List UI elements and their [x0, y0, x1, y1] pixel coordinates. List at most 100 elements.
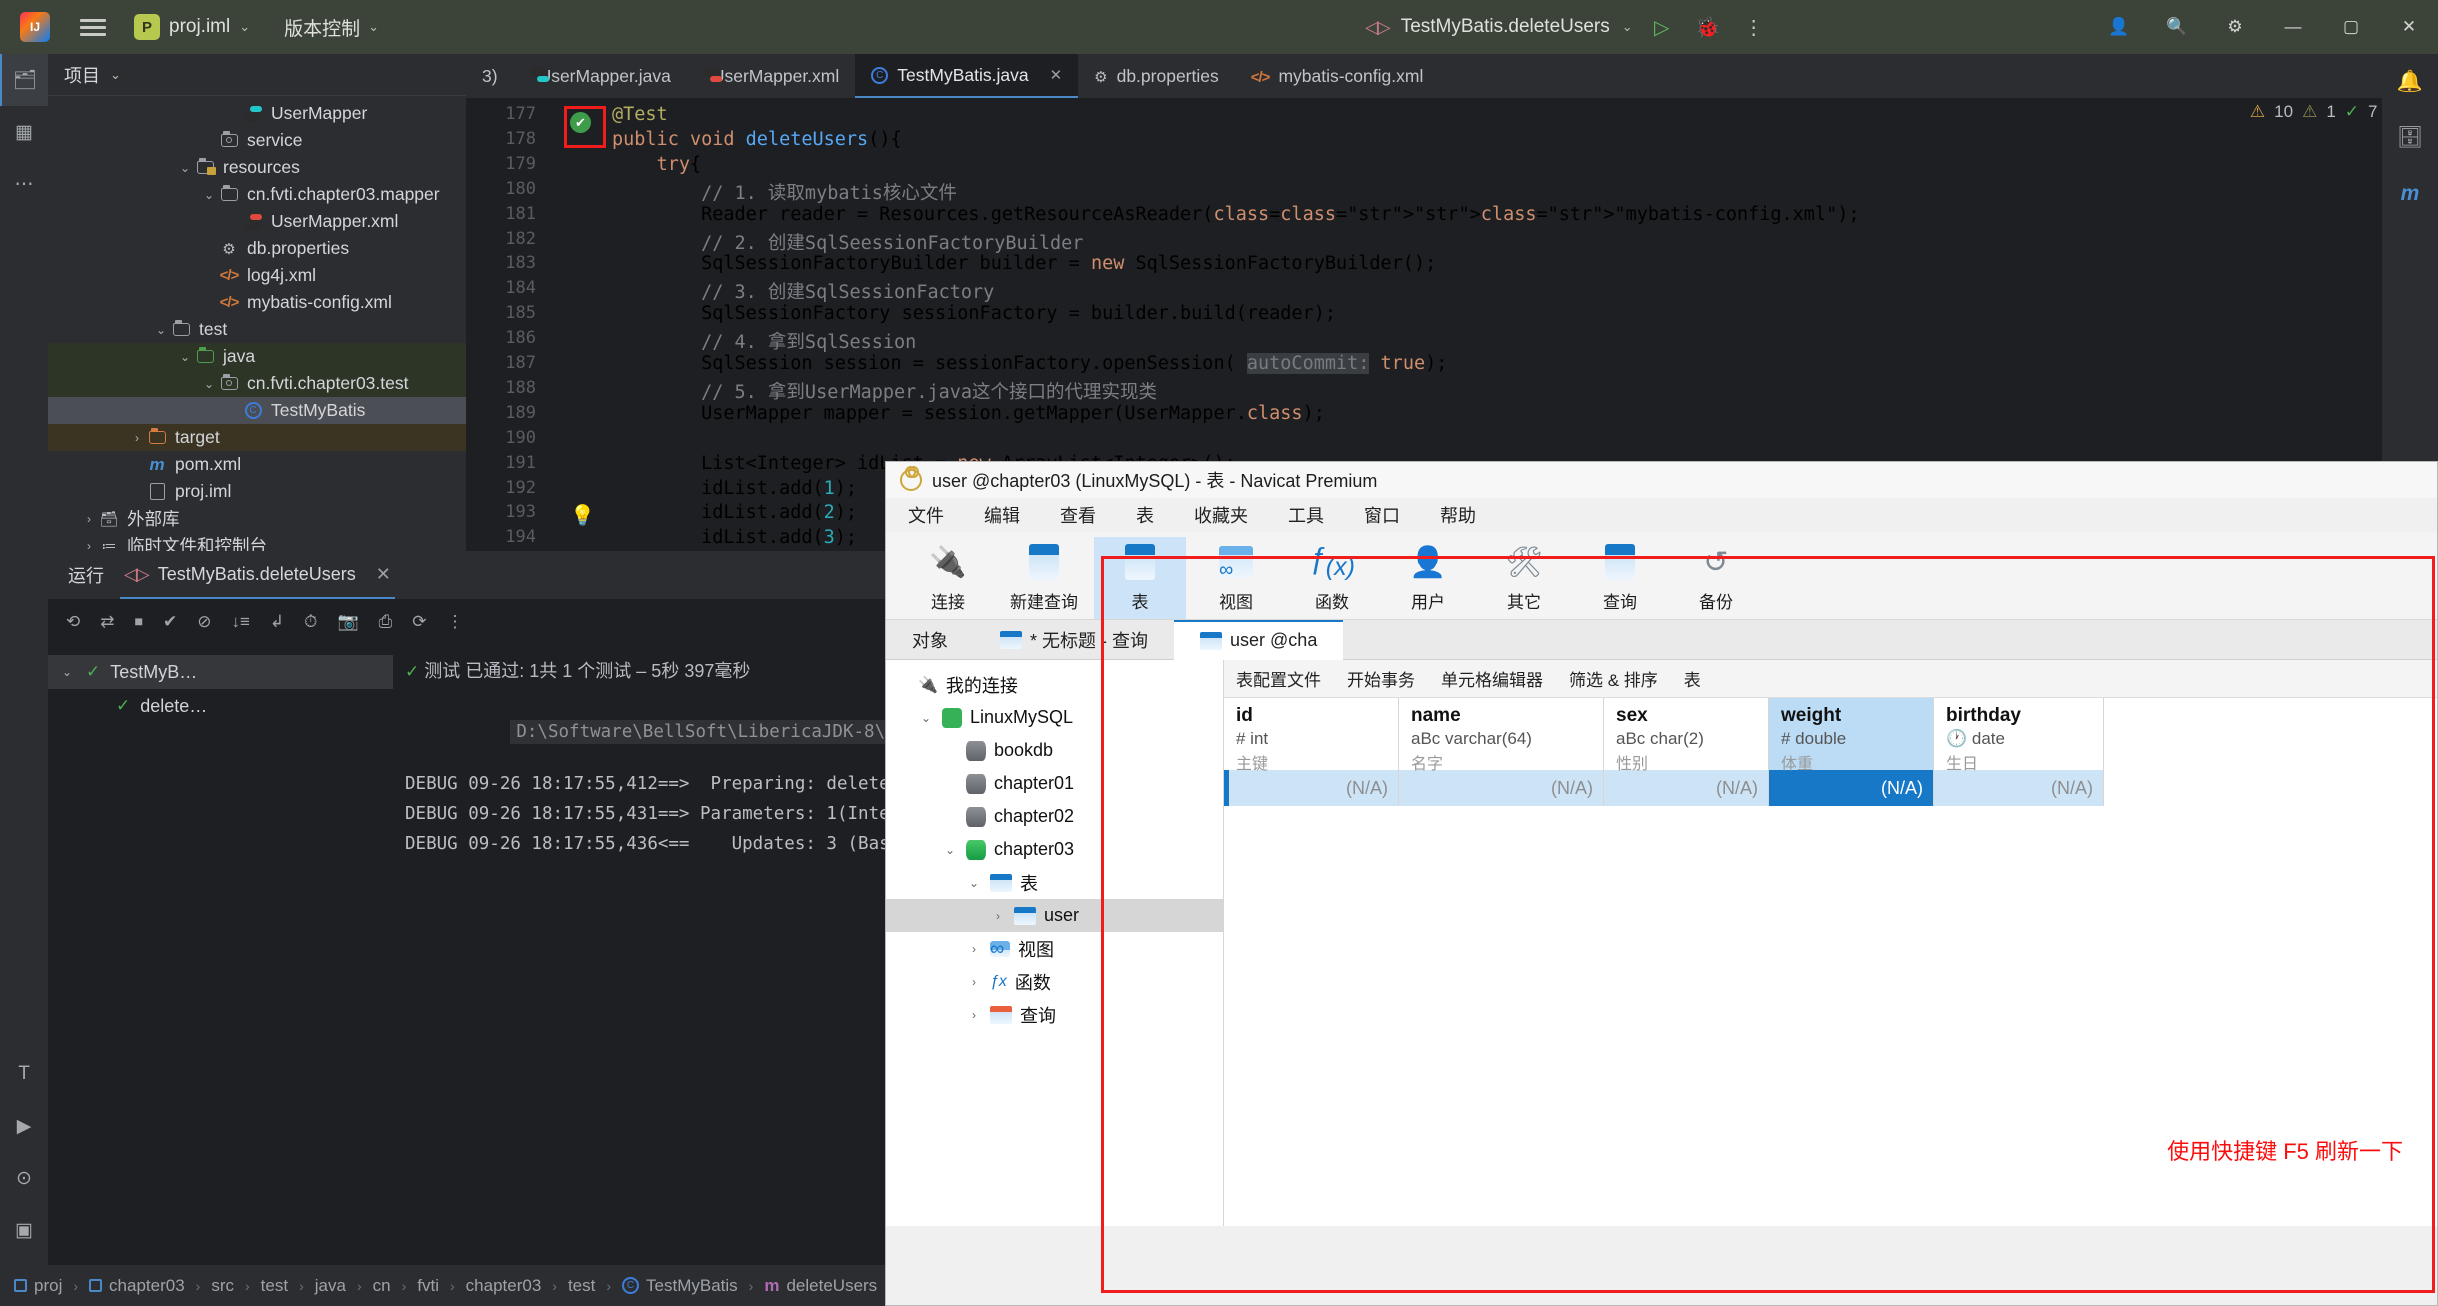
rail-debug-icon[interactable]: ⊙ — [0, 1152, 48, 1204]
project-tree-item[interactable]: ⌄ test — [48, 316, 466, 343]
run-toolbar-icon[interactable]: ⏹ — [135, 612, 144, 632]
breadcrumb-item[interactable]: test — [261, 1276, 288, 1296]
editor-tab[interactable]: C TestMyBatis.java ✕ — [855, 54, 1079, 98]
breadcrumb-item[interactable]: test — [568, 1276, 595, 1296]
navicat-menu-item[interactable]: 帮助 — [1440, 502, 1476, 528]
navicat-menu-item[interactable]: 编辑 — [984, 502, 1020, 528]
project-tree-item[interactable]: ⌄ resources — [48, 154, 466, 181]
run-toolbar-icon[interactable]: ⋮ — [446, 612, 463, 632]
project-tree-item[interactable]: ⌄ java — [48, 343, 466, 370]
settings-gear-icon[interactable]: ⚙ — [2206, 0, 2264, 54]
tree-expand-arrow-icon[interactable]: › — [966, 975, 982, 989]
notifications-bell-icon[interactable]: 🔔 — [2382, 54, 2438, 110]
project-tree-item[interactable]: proj.iml — [48, 478, 466, 505]
rail-todo-icon[interactable]: T — [0, 1048, 48, 1100]
breadcrumb-item[interactable]: chapter03 — [466, 1276, 542, 1296]
navicat-toolbar-newquery-button[interactable]: 新建查询 — [998, 537, 1090, 619]
breadcrumb-item[interactable]: cn — [373, 1276, 391, 1296]
project-tree-item[interactable]: ⌄ cn.fvti.chapter03.test — [48, 370, 466, 397]
project-tree-item[interactable]: › target — [48, 424, 466, 451]
rail-more-icon[interactable]: ⋯ — [0, 158, 48, 210]
tree-expand-arrow-icon[interactable]: ⌄ — [966, 876, 982, 890]
project-tree-item[interactable]: UserMapper.xml — [48, 208, 466, 235]
navicat-menu-item[interactable]: 表 — [1136, 502, 1154, 528]
run-tab[interactable]: ◁▷ TestMyBatis.deleteUsers ✕ — [120, 551, 395, 599]
breadcrumb-item[interactable]: C TestMyBatis — [622, 1276, 738, 1296]
close-icon[interactable]: ✕ — [376, 564, 391, 585]
project-tree-item[interactable]: › 🗃 外部库 — [48, 505, 466, 532]
rail-run-icon[interactable]: ▶ — [0, 1100, 48, 1152]
breadcrumb-item[interactable]: java — [315, 1276, 346, 1296]
tree-expand-arrow-icon[interactable]: ⌄ — [200, 188, 218, 202]
test-tree-item[interactable]: ⌄ ✓ TestMyB… — [48, 655, 393, 689]
editor-tab[interactable]: ⚙ db.properties — [1078, 54, 1235, 98]
run-toolbar-icon[interactable]: 📷 — [337, 612, 358, 632]
navicat-menu-item[interactable]: 窗口 — [1364, 502, 1400, 528]
run-toolbar-icon[interactable]: ⊘ — [197, 612, 211, 632]
debug-button[interactable]: 🐞 — [1691, 10, 1725, 44]
run-button[interactable]: ▷ — [1645, 10, 1679, 44]
navicat-subtab[interactable]: 对象 — [886, 620, 974, 660]
tab-close-icon[interactable]: ✕ — [1050, 66, 1063, 84]
intention-bulb-icon[interactable]: 💡 — [570, 503, 595, 528]
breadcrumb-item[interactable]: chapter03 — [89, 1276, 185, 1296]
project-tree-item[interactable]: </> mybatis-config.xml — [48, 289, 466, 316]
tree-expand-arrow-icon[interactable]: ⌄ — [918, 711, 934, 725]
tree-expand-arrow-icon[interactable]: › — [966, 1008, 982, 1022]
rail-structure-icon[interactable]: ▦ — [0, 106, 48, 158]
breadcrumb-item[interactable]: m deleteUsers — [764, 1276, 877, 1296]
project-tree-item[interactable]: service — [48, 127, 466, 154]
run-config-name[interactable]: TestMyBatis.deleteUsers — [1401, 16, 1610, 38]
navicat-menu-item[interactable]: 工具 — [1288, 502, 1324, 528]
tree-expand-arrow-icon[interactable]: › — [128, 431, 146, 445]
breadcrumb-item[interactable]: proj — [14, 1276, 62, 1296]
editor-tab[interactable]: UserMapper.xml — [687, 54, 855, 98]
database-icon[interactable]: 🗄 — [2382, 110, 2438, 166]
maven-icon[interactable]: m — [2382, 166, 2438, 222]
navicat-menu-item[interactable]: 文件 — [908, 502, 944, 528]
close-button[interactable]: ✕ — [2380, 0, 2438, 54]
vcs-widget[interactable]: 版本控制 ⌄ — [284, 14, 379, 41]
tree-expand-arrow-icon[interactable]: › — [990, 909, 1006, 923]
more-run-options-button[interactable]: ⋮ — [1737, 10, 1771, 44]
project-tree-item[interactable]: </> log4j.xml — [48, 262, 466, 289]
editor-tab[interactable]: </> mybatis-config.xml — [1235, 54, 1440, 98]
search-icon[interactable]: 🔍 — [2148, 0, 2206, 54]
tree-expand-arrow-icon[interactable]: ⌄ — [942, 843, 958, 857]
editor-tab[interactable]: 3) — [466, 54, 514, 98]
run-toolbar-icon[interactable]: ↓≡ — [232, 612, 250, 632]
navicat-menu-item[interactable]: 查看 — [1060, 502, 1096, 528]
run-toolbar-icon[interactable]: ⏱ — [304, 612, 317, 632]
navicat-toolbar-plug-button[interactable]: 🔌 连接 — [902, 537, 994, 619]
tree-expand-arrow-icon[interactable]: › — [966, 942, 982, 956]
breadcrumb-item[interactable]: src — [211, 1276, 234, 1296]
project-tree-item[interactable]: m pom.xml — [48, 451, 466, 478]
run-toolbar-icon[interactable]: ↲ — [270, 612, 284, 632]
account-icon[interactable]: 👤 — [2090, 0, 2148, 54]
run-toolbar-icon[interactable]: ⟳ — [412, 612, 426, 632]
test-tree-item[interactable]: ✓ delete… — [48, 689, 393, 723]
project-tree-item[interactable]: ⌄ cn.fvti.chapter03.mapper — [48, 181, 466, 208]
tree-expand-arrow-icon[interactable]: ⌄ — [62, 665, 76, 679]
chevron-down-icon[interactable]: ⌄ — [110, 67, 121, 83]
rail-project-icon[interactable]: 🗂 — [0, 54, 48, 106]
project-tree-item[interactable]: UserMapper — [48, 100, 466, 127]
rail-terminal-icon[interactable]: ▣ — [0, 1204, 48, 1256]
navicat-menu-item[interactable]: 收藏夹 — [1194, 502, 1248, 528]
breadcrumb-item[interactable]: fvti — [417, 1276, 439, 1296]
minimize-button[interactable]: — — [2264, 0, 2322, 54]
tree-expand-arrow-icon[interactable]: ⌄ — [176, 350, 194, 364]
chevron-down-icon[interactable]: ⌄ — [1622, 19, 1633, 35]
run-toolbar-icon[interactable]: ✔ — [163, 612, 177, 632]
tree-expand-arrow-icon[interactable]: ⌄ — [200, 377, 218, 391]
project-selector[interactable]: P proj.iml ⌄ — [134, 14, 250, 40]
main-menu-icon[interactable] — [80, 15, 106, 40]
run-toolbar-icon[interactable]: ⇄ — [100, 612, 114, 632]
run-toolbar-icon[interactable]: ⎙ — [379, 612, 393, 632]
tree-expand-arrow-icon[interactable]: › — [80, 512, 98, 526]
maximize-button[interactable]: ▢ — [2322, 0, 2380, 54]
tree-expand-arrow-icon[interactable]: ⌄ — [152, 323, 170, 337]
editor-tab[interactable]: UserMapper.java — [514, 54, 687, 98]
tree-expand-arrow-icon[interactable]: ⌄ — [176, 161, 194, 175]
project-tree-item[interactable]: C TestMyBatis — [48, 397, 466, 424]
